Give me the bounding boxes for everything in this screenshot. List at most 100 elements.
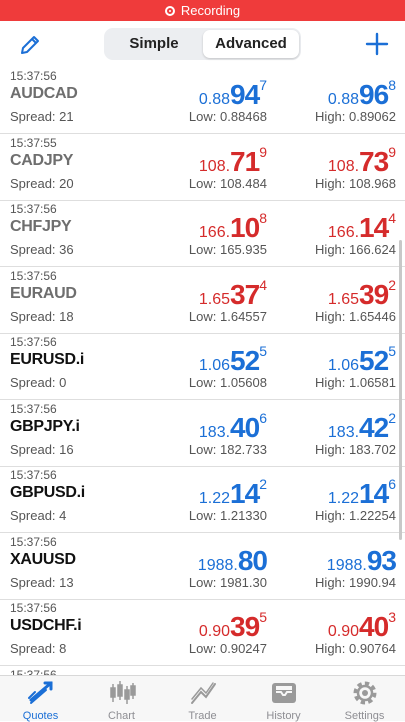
low-value: Low: 1.64557 bbox=[188, 308, 267, 324]
segment-advanced[interactable]: Advanced bbox=[203, 30, 299, 58]
ask-price[interactable]: 1.06525 bbox=[280, 334, 396, 375]
quote-time: 15:37:56 bbox=[10, 401, 57, 416]
add-symbol-icon[interactable] bbox=[364, 31, 390, 57]
ask-price-big: 40 bbox=[359, 611, 389, 642]
symbol-name: GBPUSD.i bbox=[10, 484, 85, 501]
ask-price[interactable]: 1.22146 bbox=[280, 467, 396, 508]
tab-trade-label: Trade bbox=[188, 710, 217, 722]
quote-row[interactable]: 15:37:56 CHFJPY Spread: 36 166.108 166.144 Lo… bbox=[0, 201, 405, 267]
low-value: Low: 165.935 bbox=[188, 242, 267, 257]
high-value: High: 1990.94 bbox=[315, 574, 396, 590]
quote-row[interactable]: 15:37:56 GBPJPY.i Spread: 16 183.406 183.422… bbox=[0, 401, 405, 467]
quote-row[interactable]: 15:37:56 USDCHF.i Spread: 8 0.90395 0.90403 L… bbox=[0, 600, 405, 666]
ask-price-prefix: 1.65 bbox=[327, 290, 360, 308]
header: Simple Advanced bbox=[0, 21, 405, 68]
ask-price-pip: 8 bbox=[388, 77, 396, 93]
recording-bar: Recording bbox=[0, 0, 405, 21]
ask-price[interactable]: 1988.93 bbox=[280, 534, 397, 574]
ask-price-pip: 2 bbox=[388, 409, 396, 426]
low-value: Low: 0.90247 bbox=[188, 641, 267, 656]
ask-price[interactable]: 0.88968 bbox=[280, 68, 396, 109]
ask-price-pip: 5 bbox=[388, 343, 396, 359]
bid-price-prefix: 1.06 bbox=[198, 357, 231, 374]
low-value: Low: 182.733 bbox=[188, 441, 267, 457]
quote-time: 15:37:56 bbox=[10, 335, 57, 349]
symbol-name: CHFJPY bbox=[10, 218, 72, 235]
bid-price[interactable]: 108.719 bbox=[150, 135, 267, 176]
quote-row[interactable]: 15:37:56 EURUSD.i Spread: 0 1.06525 1.06525 L… bbox=[0, 334, 405, 400]
tab-quotes[interactable]: Quotes bbox=[0, 676, 81, 722]
bid-price[interactable]: 1.65374 bbox=[150, 268, 267, 310]
quote-row[interactable]: 15:37:56 AUDCAD Spread: 21 0.88947 0.88968 Lo… bbox=[0, 68, 405, 134]
bid-price[interactable]: 1.22142 bbox=[150, 467, 267, 509]
bid-price-prefix: 108. bbox=[198, 157, 231, 175]
bid-price-pip: 7 bbox=[259, 77, 267, 93]
quote-time: 15:37:56 bbox=[10, 667, 57, 676]
tab-settings-label: Settings bbox=[344, 710, 385, 722]
low-value: Low: 1.05608 bbox=[188, 375, 267, 390]
ask-price-big: 39 bbox=[359, 278, 389, 310]
bid-price-prefix: 1988. bbox=[197, 556, 238, 574]
quote-row[interactable]: 15:37:56 XAUUSD Spread: 13 1988.80 1988.93 Lo… bbox=[0, 534, 405, 600]
quote-time: 15:37:56 bbox=[10, 202, 57, 216]
bid-price-big: 39 bbox=[230, 611, 260, 642]
recording-icon bbox=[164, 5, 175, 16]
ask-price-big: 73 bbox=[359, 145, 389, 177]
tab-settings[interactable]: Settings bbox=[324, 676, 405, 722]
quote-time: 15:37:56 bbox=[10, 468, 57, 482]
tab-trade[interactable]: Trade bbox=[162, 676, 243, 722]
high-value: High: 108.968 bbox=[315, 175, 396, 191]
ask-price-prefix: 0.88 bbox=[327, 91, 360, 108]
segment-simple[interactable]: Simple bbox=[106, 30, 202, 58]
bid-price-prefix: 166. bbox=[198, 224, 231, 241]
quote-row[interactable]: 15:37:56 GBPUSD.i Spread: 4 1.22142 1.22146 L… bbox=[0, 467, 405, 533]
quote-row[interactable]: 15:37:55 CADJPY Spread: 20 108.719 108.739 Lo… bbox=[0, 135, 405, 201]
bid-price[interactable]: 0.90395 bbox=[150, 600, 267, 642]
ask-price-pip: 2 bbox=[388, 276, 396, 293]
quote-row[interactable]: 15:37:56 EURAUD Spread: 18 1.65374 1.65392 Lo… bbox=[0, 268, 405, 334]
spread-value: Spread: 8 bbox=[10, 641, 67, 656]
high-value: High: 0.90764 bbox=[315, 641, 396, 656]
quotes-list[interactable]: 15:37:56 AUDCAD Spread: 21 0.88947 0.88968 Lo… bbox=[0, 68, 405, 675]
symbol-name: GBPJPY.i bbox=[10, 417, 80, 435]
tab-chart[interactable]: Chart bbox=[81, 676, 162, 722]
edit-icon[interactable] bbox=[18, 33, 42, 57]
low-value: Low: 1981.30 bbox=[188, 574, 267, 590]
bid-price[interactable]: 0.88947 bbox=[150, 68, 267, 110]
bid-price-pip: 8 bbox=[259, 210, 267, 226]
spread-value: Spread: 36 bbox=[10, 242, 74, 257]
bid-price-pip: 6 bbox=[259, 409, 267, 426]
quote-time: 15:37:55 bbox=[10, 135, 57, 150]
ask-price-prefix: 1.06 bbox=[327, 357, 360, 374]
spread-value: Spread: 0 bbox=[10, 375, 67, 390]
bid-price[interactable]: 1.06525 bbox=[150, 334, 267, 376]
bid-price-big: 10 bbox=[230, 212, 260, 243]
bid-price-prefix: 1.22 bbox=[198, 490, 231, 507]
ask-price[interactable]: 1.65392 bbox=[280, 268, 396, 310]
spread-value: Spread: 18 bbox=[10, 308, 74, 324]
bid-price-big: 52 bbox=[230, 345, 260, 376]
spread-value: Spread: 13 bbox=[10, 574, 74, 590]
bid-price-pip: 2 bbox=[259, 476, 267, 492]
ask-price-pip: 3 bbox=[388, 609, 396, 625]
bid-price[interactable]: 166.108 bbox=[150, 201, 267, 243]
bid-price[interactable]: 1988.80 bbox=[150, 534, 268, 576]
bid-price-pip: 5 bbox=[259, 343, 267, 359]
tab-history[interactable]: History bbox=[243, 676, 324, 722]
ask-price[interactable]: 0.90403 bbox=[280, 600, 396, 642]
quote-time: 15:37:56 bbox=[10, 601, 57, 615]
bid-price-big: 14 bbox=[230, 478, 260, 509]
bid-price-big: 37 bbox=[230, 278, 260, 310]
tab-chart-label: Chart bbox=[108, 710, 135, 722]
ask-price[interactable]: 108.739 bbox=[280, 135, 396, 177]
ask-price[interactable]: 166.144 bbox=[280, 201, 396, 242]
symbol-name: EURUSD.i bbox=[10, 351, 85, 368]
low-value: Low: 0.88468 bbox=[188, 109, 267, 124]
high-value: High: 1.65446 bbox=[315, 308, 396, 324]
bid-price-big: 80 bbox=[237, 544, 268, 576]
bid-price[interactable]: 183.406 bbox=[150, 401, 267, 442]
spread-value: Spread: 4 bbox=[10, 508, 67, 523]
scrollbar[interactable] bbox=[399, 240, 402, 540]
ask-price[interactable]: 183.422 bbox=[280, 401, 396, 442]
bid-price-big: 94 bbox=[230, 79, 260, 110]
